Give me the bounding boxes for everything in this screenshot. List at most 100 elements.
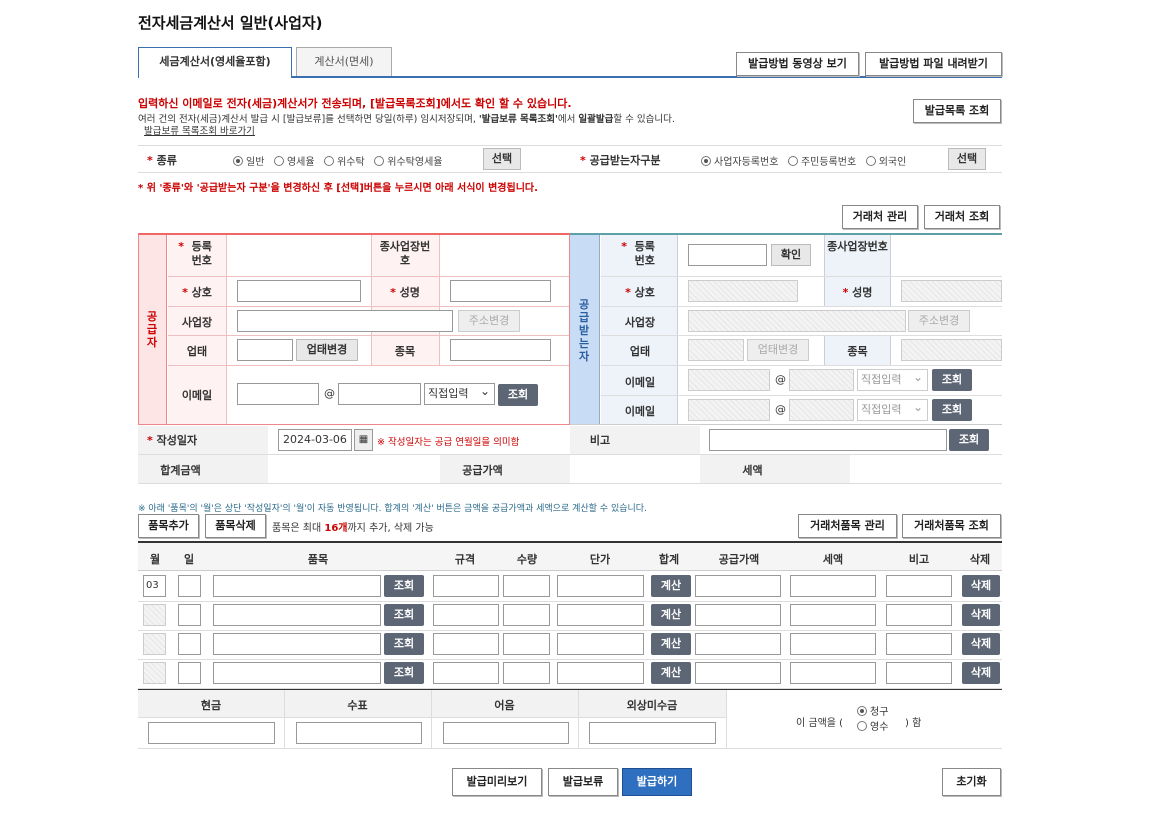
item-lookup-button[interactable]: 조회 <box>384 604 424 626</box>
supplier-name-input[interactable] <box>450 280 551 302</box>
item-lookup-button[interactable]: 조회 <box>384 662 424 684</box>
item-month-input[interactable] <box>143 633 166 655</box>
video-guide-button[interactable]: 발급방법 동영상 보기 <box>736 52 859 76</box>
item-spec-input[interactable] <box>433 575 499 597</box>
receiver-email1-select[interactable]: 직접입력 <box>857 367 928 391</box>
item-remark-input[interactable] <box>886 633 952 655</box>
partner-manage-button[interactable]: 거래처 관리 <box>842 205 918 229</box>
add-item-button[interactable]: 품목추가 <box>138 514 199 538</box>
receiver-email2-domain-input[interactable] <box>789 399 854 421</box>
item-name-input[interactable] <box>213 662 381 684</box>
item-day-input[interactable] <box>178 604 201 626</box>
receiver-regno-input[interactable] <box>688 244 767 266</box>
remark-lookup-button[interactable]: 조회 <box>949 429 989 451</box>
item-delete-button[interactable]: 삭제 <box>962 575 1000 597</box>
kind-radio-general[interactable]: 일반 <box>233 156 264 168</box>
receiver-confirm-button[interactable]: 확인 <box>771 244 811 266</box>
item-tax-input[interactable] <box>790 662 876 684</box>
item-supply-input[interactable] <box>695 633 781 655</box>
file-download-button[interactable]: 발급방법 파일 내려받기 <box>865 52 1002 76</box>
item-lookup-button[interactable]: 조회 <box>384 575 424 597</box>
item-day-input[interactable] <box>178 662 201 684</box>
supplier-biztype-input[interactable] <box>237 339 293 361</box>
item-calc-button[interactable]: 계산 <box>651 604 691 626</box>
tab-tax-invoice[interactable]: 세금계산서(영세율포함) <box>138 47 292 78</box>
write-date-input[interactable]: 2024-03-06 <box>278 429 352 451</box>
item-price-input[interactable] <box>557 633 644 655</box>
preview-button[interactable]: 발급미리보기 <box>452 768 542 796</box>
receipt-radio[interactable]: 영수 <box>857 720 888 735</box>
kind-radio-zero[interactable]: 영세율 <box>273 156 315 168</box>
supplier-email-lookup-button[interactable]: 조회 <box>498 384 538 406</box>
claim-radio[interactable]: 청구 <box>857 705 888 720</box>
item-remark-input[interactable] <box>886 662 952 684</box>
item-qty-input[interactable] <box>503 604 550 626</box>
hold-list-link[interactable]: 발급보류 목록조회 바로가기 <box>144 123 255 137</box>
item-spec-input[interactable] <box>433 662 499 684</box>
item-delete-button[interactable]: 삭제 <box>962 633 1000 655</box>
supplier-company-input[interactable] <box>237 280 361 302</box>
delete-item-button[interactable]: 품목삭제 <box>205 514 266 538</box>
partner-item-lookup-button[interactable]: 거래처품목 조회 <box>902 514 1001 538</box>
item-qty-input[interactable] <box>503 575 550 597</box>
supplier-email-id-input[interactable] <box>237 383 319 405</box>
kind-radio-consign-zero[interactable]: 위수탁영세율 <box>374 156 442 168</box>
item-supply-input[interactable] <box>695 604 781 626</box>
supplier-biztype-change-button[interactable]: 업태변경 <box>296 339 358 361</box>
receiver-name-input[interactable] <box>901 280 1002 302</box>
item-price-input[interactable] <box>557 575 644 597</box>
receiver-email2-id-input[interactable] <box>688 399 770 421</box>
item-spec-input[interactable] <box>433 633 499 655</box>
receiver-email2-select[interactable]: 직접입력 <box>857 397 928 421</box>
item-price-input[interactable] <box>557 604 644 626</box>
receiver-company-input[interactable] <box>688 280 798 302</box>
item-remark-input[interactable] <box>886 604 952 626</box>
item-month-input[interactable] <box>143 662 166 684</box>
credit-input[interactable] <box>589 722 716 744</box>
item-supply-input[interactable] <box>695 575 781 597</box>
supplier-email-domain-input[interactable] <box>338 383 421 405</box>
item-supply-input[interactable] <box>695 662 781 684</box>
check-input[interactable] <box>296 722 422 744</box>
supplier-bizitem-input[interactable] <box>450 339 551 361</box>
supplier-email-domain-select[interactable]: 직접입력 <box>424 381 495 405</box>
cash-input[interactable] <box>148 722 275 744</box>
item-spec-input[interactable] <box>433 604 499 626</box>
item-qty-input[interactable] <box>503 662 550 684</box>
item-price-input[interactable] <box>557 662 644 684</box>
item-remark-input[interactable] <box>886 575 952 597</box>
item-calc-button[interactable]: 계산 <box>651 633 691 655</box>
kind-radio-consign[interactable]: 위수탁 <box>324 156 365 168</box>
item-tax-input[interactable] <box>790 633 876 655</box>
calendar-icon[interactable]: ▦ <box>354 429 373 451</box>
receiver-radio-ssn[interactable]: 주민등록번호 <box>787 156 856 168</box>
item-calc-button[interactable]: 계산 <box>651 662 691 684</box>
remark-input[interactable] <box>709 429 947 451</box>
note-input[interactable] <box>443 722 569 744</box>
receiver-email1-domain-input[interactable] <box>789 369 854 391</box>
item-tax-input[interactable] <box>790 575 876 597</box>
item-month-input[interactable]: 03 <box>143 575 166 597</box>
receiver-address-change-button[interactable]: 주소변경 <box>908 310 970 332</box>
item-day-input[interactable] <box>178 575 201 597</box>
item-delete-button[interactable]: 삭제 <box>962 604 1000 626</box>
item-lookup-button[interactable]: 조회 <box>384 633 424 655</box>
supplier-address-change-button[interactable]: 주소변경 <box>458 310 520 332</box>
item-tax-input[interactable] <box>790 604 876 626</box>
hold-button[interactable]: 발급보류 <box>548 768 618 796</box>
partner-lookup-button[interactable]: 거래처 조회 <box>924 205 1000 229</box>
issue-list-button[interactable]: 발급목록 조회 <box>913 99 1001 123</box>
receiver-email1-id-input[interactable] <box>688 369 770 391</box>
receiver-radio-bizno[interactable]: 사업자등록번호 <box>701 156 778 168</box>
receiver-biztype-change-button[interactable]: 업태변경 <box>747 339 809 361</box>
receiver-select-button[interactable]: 선택 <box>948 148 986 170</box>
item-delete-button[interactable]: 삭제 <box>962 662 1000 684</box>
item-name-input[interactable] <box>213 633 381 655</box>
receiver-radio-foreign[interactable]: 외국인 <box>865 156 906 168</box>
item-day-input[interactable] <box>178 633 201 655</box>
supplier-address-input[interactable] <box>237 310 453 332</box>
item-name-input[interactable] <box>213 575 381 597</box>
partner-item-manage-button[interactable]: 거래처품목 관리 <box>798 514 897 538</box>
receiver-biztype-input[interactable] <box>688 339 744 361</box>
reset-button[interactable]: 초기화 <box>942 768 1001 796</box>
